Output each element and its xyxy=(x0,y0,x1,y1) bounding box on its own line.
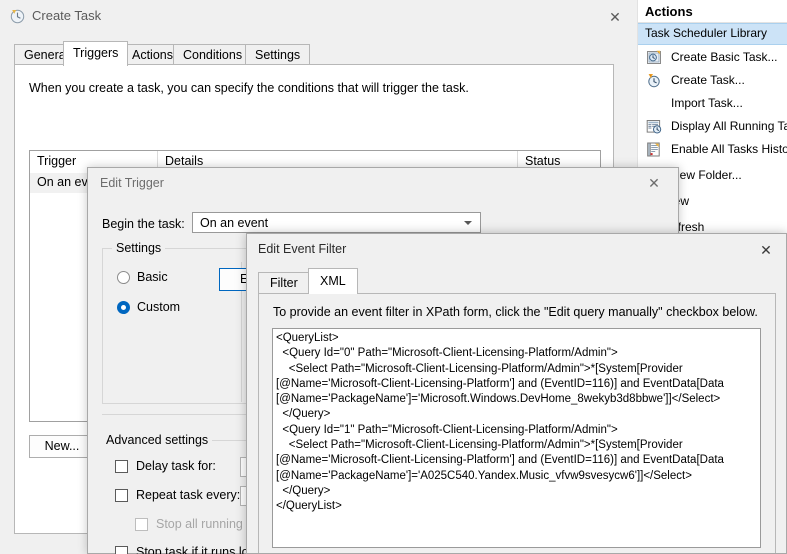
checkbox-delay-task-for-label: Delay task for: xyxy=(136,459,216,473)
actions-item-display-all-running-tasks[interactable]: Display All Running Ta xyxy=(637,115,787,138)
chevron-down-icon xyxy=(464,221,472,225)
actions-pane-header: Actions xyxy=(645,4,693,19)
actions-item-label: Create Basic Task... xyxy=(671,50,778,64)
tab-settings[interactable]: Settings xyxy=(245,44,311,65)
new-trigger-button[interactable]: New... xyxy=(29,435,95,458)
radio-custom[interactable] xyxy=(117,301,130,314)
xml-tab-page: To provide an event filter in XPath form… xyxy=(258,293,776,553)
display-running-tasks-icon xyxy=(646,119,662,134)
actions-item-label: Create Task... xyxy=(671,73,745,87)
clock-icon xyxy=(10,9,25,24)
settings-group-title: Settings xyxy=(112,241,166,255)
create-task-titlebar[interactable]: Create Task ✕ xyxy=(0,0,631,32)
checkbox-stop-task-if-runs-longer[interactable] xyxy=(115,546,128,554)
begin-task-combobox[interactable]: On an event xyxy=(192,212,481,233)
close-icon[interactable]: ✕ xyxy=(634,172,674,194)
actions-item-label: Task Scheduler Library xyxy=(645,26,768,40)
create-task-icon xyxy=(646,73,662,88)
close-icon[interactable]: ✕ xyxy=(749,239,783,261)
radio-basic-label: Basic xyxy=(137,270,168,284)
enable-history-icon xyxy=(646,142,662,157)
create-task-title: Create Task xyxy=(32,8,102,23)
checkbox-stop-task-if-runs-longer-label: Stop task if it runs long xyxy=(136,545,263,554)
actions-item-create-task[interactable]: Create Task... xyxy=(637,69,787,92)
radio-custom-label: Custom xyxy=(137,300,181,314)
xml-query-textarea[interactable]: <QueryList> <Query Id="0" Path="Microsof… xyxy=(272,328,761,548)
tab-xml[interactable]: XML xyxy=(308,268,358,294)
tab-filter[interactable]: Filter xyxy=(258,272,310,294)
begin-task-label: Begin the task: xyxy=(102,217,185,231)
create-basic-task-icon xyxy=(646,50,662,65)
edit-trigger-titlebar[interactable]: Edit Trigger ✕ xyxy=(88,168,678,198)
checkbox-stop-all-running xyxy=(135,518,148,531)
advanced-settings-title: Advanced settings xyxy=(102,433,213,447)
actions-item-label: Import Task... xyxy=(671,96,743,110)
actions-item-label: New Folder... xyxy=(671,168,742,182)
actions-item-enable-all-tasks-history[interactable]: Enable All Tasks Histor xyxy=(637,138,787,161)
screen-root: Actions Task Scheduler Library Create Ba… xyxy=(0,0,787,554)
actions-item-label: Enable All Tasks Histor xyxy=(671,142,787,156)
edit-event-filter-dialog: Edit Event Filter ✕ Filter XML To provid… xyxy=(246,233,787,554)
tab-conditions[interactable]: Conditions xyxy=(173,44,253,65)
checkbox-repeat-task-every[interactable] xyxy=(115,489,128,502)
actions-item-create-basic-task[interactable]: Create Basic Task... xyxy=(637,46,787,69)
tab-triggers[interactable]: Triggers xyxy=(63,41,129,66)
checkbox-stop-all-running-label: Stop all running xyxy=(156,517,243,531)
begin-task-value: On an event xyxy=(200,216,269,230)
edit-trigger-title: Edit Trigger xyxy=(100,176,164,190)
edit-event-filter-title: Edit Event Filter xyxy=(258,242,347,256)
close-icon[interactable]: ✕ xyxy=(600,6,630,28)
actions-item-import-task[interactable]: Import Task... xyxy=(637,92,787,115)
triggers-description: When you create a task, you can specify … xyxy=(29,81,469,95)
actions-item-task-scheduler-library[interactable]: Task Scheduler Library xyxy=(637,23,787,45)
actions-item-label: Display All Running Ta xyxy=(671,119,787,133)
edit-event-filter-titlebar[interactable]: Edit Event Filter ✕ xyxy=(247,234,786,266)
checkbox-delay-task-for[interactable] xyxy=(115,460,128,473)
radio-basic[interactable] xyxy=(117,271,130,284)
checkbox-repeat-task-every-label: Repeat task every: xyxy=(136,488,241,502)
xml-description: To provide an event filter in XPath form… xyxy=(273,305,758,319)
xml-query-text: <QueryList> <Query Id="0" Path="Microsof… xyxy=(276,332,724,513)
